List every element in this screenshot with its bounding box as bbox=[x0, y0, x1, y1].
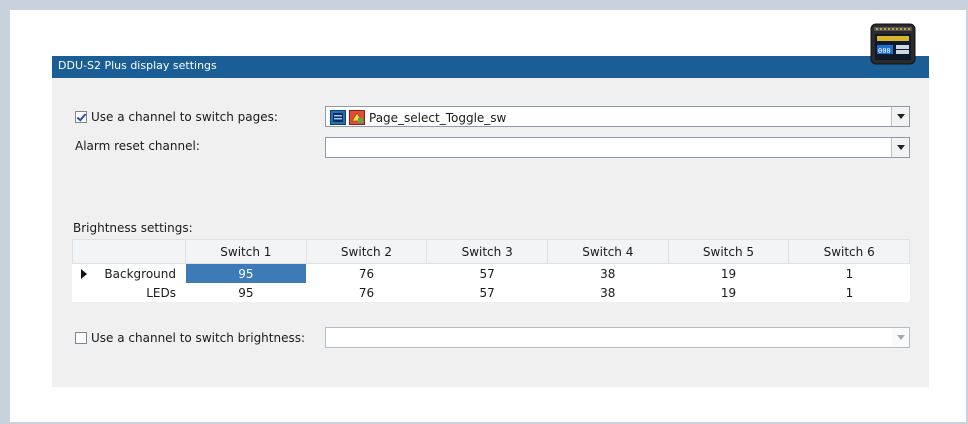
row-pointer-icon bbox=[81, 269, 87, 279]
grid-cell[interactable]: 1 bbox=[788, 283, 910, 302]
column-header[interactable]: Switch 2 bbox=[305, 239, 428, 264]
grid-cell[interactable]: 57 bbox=[426, 283, 548, 302]
grid-cell[interactable]: 95 bbox=[185, 263, 307, 283]
brightness-channel-select[interactable] bbox=[325, 327, 910, 348]
checkbox-unchecked-icon[interactable] bbox=[75, 332, 87, 344]
checkbox-checked-icon[interactable] bbox=[75, 111, 87, 123]
grid-cell[interactable]: 1 bbox=[788, 263, 910, 283]
column-header[interactable]: Switch 1 bbox=[185, 239, 307, 264]
row-header[interactable]: Background bbox=[72, 263, 186, 283]
grid-cell[interactable]: 95 bbox=[185, 283, 307, 302]
table-row[interactable]: Background 95 76 57 38 19 1 bbox=[72, 263, 910, 283]
row-label: Background bbox=[104, 266, 176, 281]
panel-title: DDU-S2 Plus display settings bbox=[58, 59, 217, 72]
alarm-reset-label: Alarm reset channel: bbox=[75, 139, 200, 153]
chevron-down-icon[interactable] bbox=[891, 138, 909, 157]
column-header[interactable]: Switch 5 bbox=[667, 239, 790, 264]
brightness-switch-label: Use a channel to switch brightness: bbox=[91, 331, 306, 345]
brightness-grid[interactable]: Switch 1 Switch 2 Switch 3 Switch 4 Swit… bbox=[72, 239, 910, 302]
grid-header-row: Switch 1 Switch 2 Switch 3 Switch 4 Swit… bbox=[72, 239, 910, 264]
grid-cell[interactable]: 38 bbox=[546, 283, 669, 302]
ddu-display-icon: 000 bbox=[870, 23, 916, 65]
page-switch-channel-select[interactable]: Page_select_Toggle_sw bbox=[325, 106, 910, 127]
column-header[interactable]: Switch 3 bbox=[426, 239, 548, 264]
grid-cell[interactable]: 19 bbox=[667, 283, 789, 302]
brightness-settings-label: Brightness settings: bbox=[73, 221, 193, 235]
column-header[interactable]: Switch 4 bbox=[546, 239, 669, 264]
grid-cell[interactable]: 19 bbox=[667, 263, 789, 283]
channel-icon bbox=[330, 110, 346, 125]
row-label: LEDs bbox=[146, 285, 176, 300]
page-switch-checkbox[interactable]: Use a channel to switch pages: bbox=[75, 110, 278, 124]
chevron-down-icon[interactable] bbox=[892, 328, 909, 347]
brightness-switch-checkbox[interactable]: Use a channel to switch brightness: bbox=[75, 331, 305, 345]
grid-cell[interactable]: 76 bbox=[305, 283, 427, 302]
svg-text:000: 000 bbox=[878, 47, 891, 55]
chevron-down-icon[interactable] bbox=[891, 107, 909, 126]
grid-cell[interactable]: 76 bbox=[305, 263, 427, 283]
selected-channel-text: Page_select_Toggle_sw bbox=[369, 110, 507, 125]
grid-cell[interactable]: 57 bbox=[426, 263, 548, 283]
page-switch-label: Use a channel to switch pages: bbox=[91, 110, 278, 124]
alarm-reset-channel-select[interactable] bbox=[325, 137, 910, 158]
column-header[interactable]: Switch 6 bbox=[788, 239, 910, 264]
math-channel-icon bbox=[349, 110, 365, 125]
grid-corner-cell bbox=[72, 239, 186, 264]
row-header[interactable]: LEDs bbox=[72, 283, 186, 302]
table-row[interactable]: LEDs 95 76 57 38 19 1 bbox=[72, 283, 910, 302]
grid-cell[interactable]: 38 bbox=[546, 263, 669, 283]
